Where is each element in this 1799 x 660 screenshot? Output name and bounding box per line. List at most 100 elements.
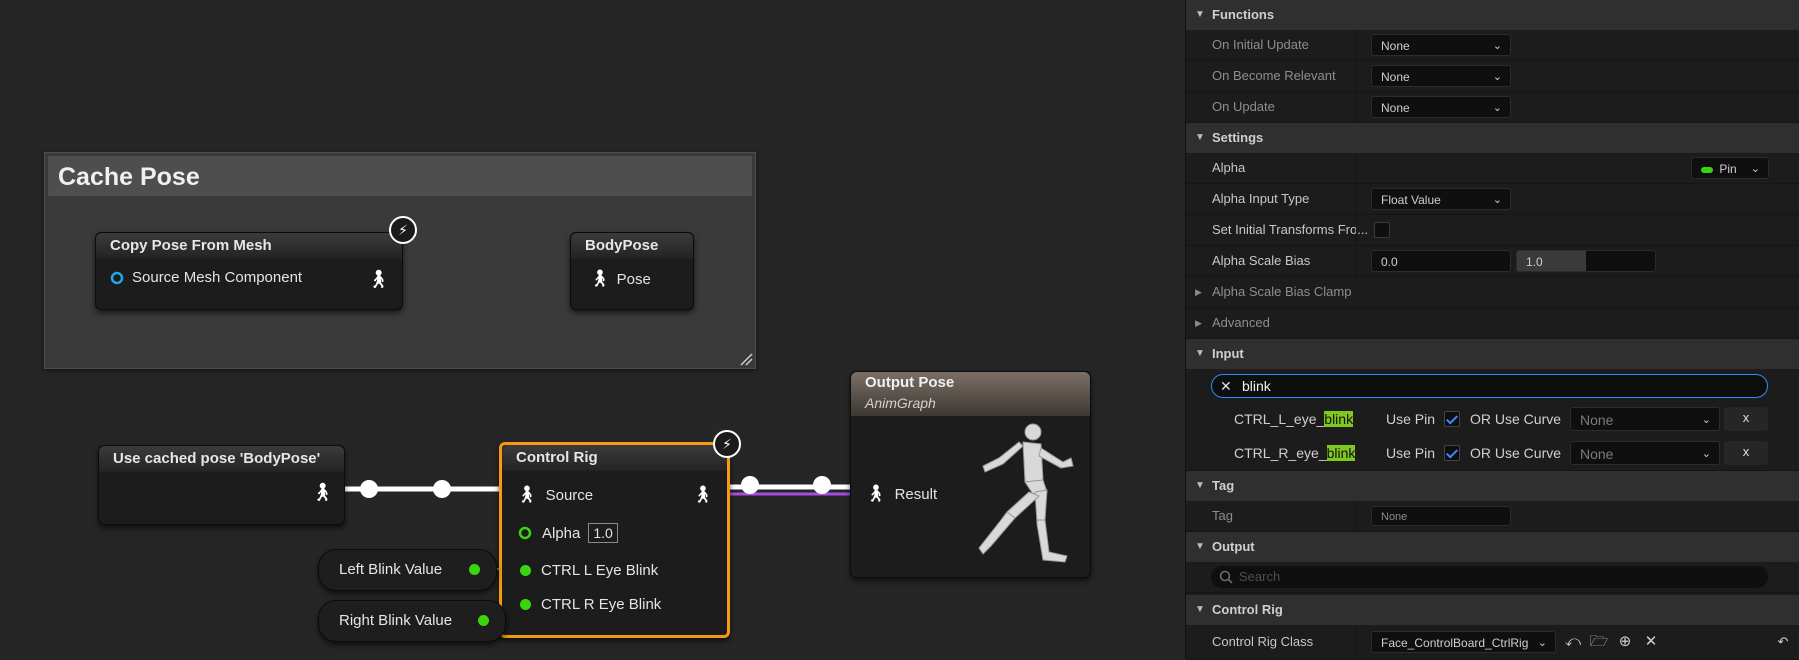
output-search-field[interactable]: Search [1211, 566, 1768, 588]
control-rig-class-row: Control Rig Class Face_ControlBoard_Ctrl… [1186, 625, 1799, 660]
category-title: Control Rig [1212, 602, 1283, 617]
alpha-scale-bias-max-input[interactable]: 1.0 [1516, 250, 1656, 272]
collapse-arrow-icon: ▼ [1195, 604, 1205, 615]
input-category[interactable]: ▼ Input [1186, 339, 1799, 369]
output-category[interactable]: ▼ Output [1186, 532, 1799, 562]
node-title: Copy Pose From Mesh [96, 233, 402, 259]
float-pin-icon[interactable] [469, 564, 480, 575]
on-update-row: On Update None ⌄ [1186, 92, 1799, 123]
column-splitter[interactable] [1356, 625, 1357, 659]
alpha-value-input[interactable]: 1.0 [588, 523, 618, 543]
float-pin-icon[interactable] [478, 615, 489, 626]
control-rig-class-combo[interactable]: Face_ControlBoard_CtrlRig ⌄ [1371, 631, 1556, 653]
pose-output-pin-icon[interactable]: 🚶︎ [692, 485, 714, 505]
control-rig-category[interactable]: ▼ Control Rig [1186, 595, 1799, 625]
clear-icon[interactable]: ✕ [1640, 631, 1662, 653]
node-title: BodyPose [571, 233, 693, 259]
row-label: Alpha Scale Bias [1212, 253, 1311, 268]
pin-label: CTRL L Eye Blink [541, 562, 659, 579]
input-search-field[interactable]: ✕ blink [1211, 374, 1768, 398]
alpha-scale-bias-min-input[interactable]: 0.0 [1371, 250, 1511, 272]
set-initial-transforms-checkbox[interactable] [1374, 222, 1390, 238]
alpha-scale-bias-clamp-row[interactable]: ▶ Alpha Scale Bias Clamp [1186, 277, 1799, 308]
on-initial-update-row: On Initial Update None ⌄ [1186, 30, 1799, 61]
column-splitter[interactable] [1356, 215, 1357, 245]
pose-output-pin-icon[interactable]: 🚶︎ [311, 482, 334, 503]
alpha-input-type-row: Alpha Input Type Float Value ⌄ [1186, 184, 1799, 215]
pin-label: Result [894, 485, 938, 503]
float-pin-icon [520, 565, 531, 576]
chevron-down-icon: ⌄ [1701, 414, 1711, 426]
resize-grip-icon[interactable] [739, 352, 753, 366]
details-panel: ▼ Functions On Initial Update None ⌄ On … [1185, 0, 1799, 660]
source-mesh-pin[interactable]: Source Mesh Component [110, 269, 302, 286]
pose-input-pin[interactable]: 🚶︎ Pose [589, 269, 651, 289]
column-splitter[interactable] [1356, 184, 1357, 214]
result-pose-pin[interactable]: 🚶︎ Result [865, 484, 937, 504]
fast-path-icon: ⚡︎ [389, 216, 417, 244]
ctrl-r-eye-blink-pin[interactable]: CTRL R Eye Blink [520, 596, 661, 613]
anim-graph-canvas[interactable]: Cache Pose Copy Pose From Mesh Source Me… [0, 0, 1185, 659]
alpha-input-type-combo[interactable]: Float Value ⌄ [1371, 188, 1511, 210]
copy-pose-from-mesh-node[interactable]: Copy Pose From Mesh Source Mesh Componen… [95, 232, 403, 310]
use-selected-asset-icon[interactable]: ⤺ [1562, 631, 1584, 653]
clear-label: x [1742, 444, 1750, 459]
column-splitter[interactable] [1356, 246, 1357, 276]
collapse-arrow-icon: ▼ [1195, 348, 1205, 359]
tag-input[interactable]: None [1371, 506, 1511, 526]
tag-category[interactable]: ▼ Tag [1186, 471, 1799, 501]
use-pin-checkbox[interactable] [1444, 411, 1460, 427]
pose-pin-icon: 🚶︎ [865, 484, 887, 503]
clear-curve-button[interactable]: x [1724, 441, 1768, 465]
on-update-combo[interactable]: None ⌄ [1371, 96, 1511, 118]
row-label: Set Initial Transforms Fro... [1212, 222, 1369, 237]
reset-to-default-icon[interactable]: ↶ [1772, 631, 1794, 653]
browse-folder-icon[interactable]: 🗁︎ [1588, 631, 1610, 653]
right-blink-value-node[interactable]: Right Blink Value [318, 600, 506, 642]
pose-output-pin-icon[interactable]: 🚶︎ [367, 269, 390, 290]
source-pose-pin[interactable]: 🚶︎ Source [516, 485, 593, 505]
collapse-arrow-icon: ▼ [1195, 480, 1205, 491]
pose-pin-icon: 🚶︎ [589, 269, 611, 288]
row-label: Alpha [1212, 160, 1246, 175]
column-splitter[interactable] [1356, 501, 1357, 531]
chevron-down-icon: ⌄ [1492, 71, 1502, 83]
clear-search-icon[interactable]: ✕ [1220, 375, 1232, 397]
node-title: Output Pose [865, 374, 955, 391]
search-placeholder: Search [1239, 569, 1281, 584]
left-blink-value-node[interactable]: Left Blink Value [318, 549, 497, 591]
advanced-row[interactable]: ▶ Advanced [1186, 308, 1799, 339]
column-splitter[interactable] [1356, 92, 1357, 122]
pin-label: Alpha [542, 524, 581, 542]
ctrl-r-eye-blink-row: CTRL_R_eye_blink Use Pin OR Use Curve No… [1186, 436, 1799, 471]
on-become-relevant-combo[interactable]: None ⌄ [1371, 65, 1511, 87]
curve-combo[interactable]: None ⌄ [1570, 441, 1720, 465]
ctrl-l-eye-blink-pin[interactable]: CTRL L Eye Blink [520, 562, 658, 579]
output-pose-node[interactable]: Output Pose AnimGraph 🚶︎ Result [850, 371, 1091, 578]
comment-title[interactable]: Cache Pose [48, 156, 752, 196]
use-pin-label: Use Pin [1386, 445, 1436, 461]
column-splitter[interactable] [1356, 61, 1357, 91]
control-rig-node[interactable]: Control Rig 🚶︎ Source 🚶︎ Alpha 1.0 CTRL … [499, 442, 730, 638]
search-icon [1219, 570, 1233, 584]
alpha-pin-combo[interactable]: Pin ⌄ [1691, 157, 1769, 179]
use-pin-checkbox[interactable] [1444, 445, 1460, 461]
row-label: Tag [1212, 508, 1233, 523]
bodypose-node[interactable]: BodyPose 🚶︎ Pose [570, 232, 694, 310]
combo-value: Float Value [1381, 193, 1441, 207]
functions-category[interactable]: ▼ Functions [1186, 0, 1799, 30]
or-use-curve-label: OR Use Curve [1470, 411, 1562, 427]
alpha-pin[interactable]: Alpha 1.0 [518, 523, 618, 543]
on-initial-update-combo[interactable]: None ⌄ [1371, 34, 1511, 56]
settings-category[interactable]: ▼ Settings [1186, 123, 1799, 153]
use-cached-pose-node[interactable]: Use cached pose 'BodyPose' 🚶︎ [98, 445, 345, 525]
column-splitter[interactable] [1356, 30, 1357, 60]
column-splitter[interactable] [1356, 153, 1357, 183]
curve-combo[interactable]: None ⌄ [1570, 407, 1720, 431]
category-title: Settings [1212, 130, 1264, 145]
float-pin-icon [520, 599, 531, 610]
row-label: On Become Relevant [1212, 68, 1336, 83]
clear-curve-button[interactable]: x [1724, 407, 1768, 431]
create-new-icon[interactable]: ⊕ [1614, 631, 1636, 653]
output-header: Output Pose AnimGraph [851, 372, 1090, 416]
